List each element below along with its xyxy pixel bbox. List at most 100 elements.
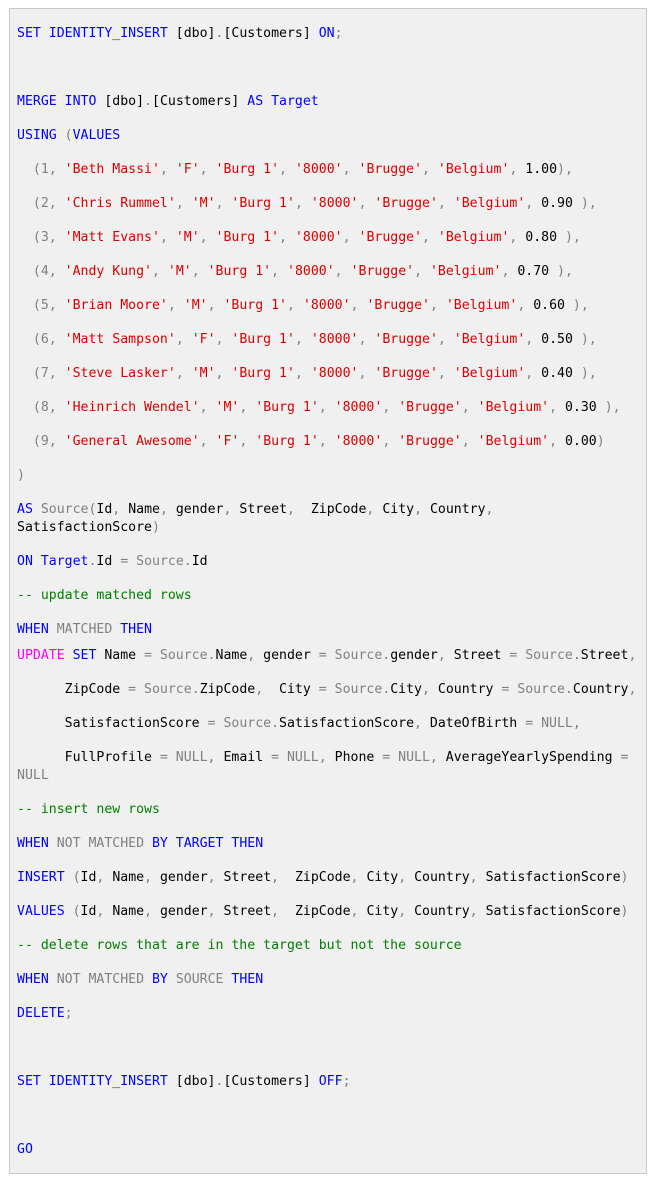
- operator-token: ),: [557, 162, 573, 177]
- code-line: (9, 'General Awesome', 'F', 'Burg 1', '8…: [17, 433, 642, 451]
- operator-token: ,: [429, 298, 446, 313]
- string-token: '8000': [310, 332, 359, 347]
- code-line: SET IDENTITY_INSERT [dbo].[Customers] OF…: [17, 1073, 642, 1091]
- code-line: (6, 'Matt Sampson', 'F', 'Burg 1', '8000…: [17, 331, 642, 349]
- operator-token: ),: [580, 366, 597, 381]
- string-token: 'M': [191, 366, 216, 381]
- operator-token: (6,: [17, 332, 65, 347]
- code-line: MERGE INTO [dbo].[Customers] AS Target: [17, 93, 642, 111]
- code-line: SatisfactionScore = Source.SatisfactionS…: [17, 715, 642, 733]
- operator-token: ,: [421, 682, 438, 697]
- string-token: 'Matt Sampson': [64, 332, 176, 347]
- identifier-token: Id: [96, 554, 121, 569]
- operator-token: ,: [350, 870, 367, 885]
- string-token: 'Burg 1': [223, 298, 288, 313]
- operator-token: ,: [469, 870, 486, 885]
- operator-token: ,: [437, 366, 454, 381]
- identifier-token: City: [366, 904, 399, 919]
- operator-token: ,: [501, 264, 518, 279]
- operator-token: ,: [461, 434, 478, 449]
- code-line: VALUES (Id, Name, gender, Street, ZipCod…: [17, 903, 642, 921]
- operator-token: = Source.: [318, 682, 391, 697]
- string-token: 'Burg 1': [231, 196, 295, 211]
- operator-token: ): [17, 468, 25, 483]
- string-token: 'Brugge': [358, 162, 423, 177]
- code-line: SET IDENTITY_INSERT [dbo].[Customers] ON…: [17, 25, 642, 43]
- operator-token: ,: [159, 230, 176, 245]
- operator-token: ;: [342, 1074, 351, 1089]
- identifier-token: Id: [191, 554, 208, 569]
- operator-token: (: [64, 128, 73, 143]
- identifier-token: SatisfactionScore: [17, 520, 152, 535]
- operator-token: ,: [287, 298, 303, 313]
- identifier-token: [Customers]: [223, 26, 319, 41]
- identifier-token: ZipCode: [294, 870, 351, 885]
- string-token: 'Belgium': [429, 264, 502, 279]
- operator-token: ,: [215, 332, 232, 347]
- operator-token: ,: [509, 230, 526, 245]
- keyword-token: THEN: [231, 972, 264, 987]
- operator-token: (1,: [17, 162, 65, 177]
- operator-token: ,: [525, 366, 542, 381]
- string-token: 'Beth Massi': [64, 162, 160, 177]
- string-token: 'General Awesome': [64, 434, 200, 449]
- identifier-token: City: [382, 502, 415, 517]
- operator-token: .: [144, 94, 152, 109]
- identifier-token: Name: [112, 904, 145, 919]
- code-line: USING (VALUES: [17, 127, 642, 145]
- operator-token: ;: [64, 1006, 73, 1021]
- operator-token: ,: [112, 502, 129, 517]
- identifier-token: FullProfile: [17, 750, 160, 765]
- operator-token: ,: [350, 298, 367, 313]
- operator-token: = NULL,: [271, 750, 335, 765]
- operator-token: (: [72, 870, 81, 885]
- identifier-token: Name: [128, 502, 160, 517]
- operator-token: ,: [318, 434, 335, 449]
- operator-token: ,: [469, 904, 486, 919]
- code-line: (7, 'Steve Lasker', 'M', 'Burg 1', '8000…: [17, 365, 642, 383]
- keyword-token: DELETE: [17, 1006, 65, 1021]
- identifier-token: Street: [239, 502, 288, 517]
- identifier-token: Street: [223, 904, 272, 919]
- identifier-token: gender: [159, 904, 208, 919]
- code-line: ZipCode = Source.ZipCode, City = Source.…: [17, 681, 642, 699]
- operator-token: ,: [485, 502, 502, 517]
- identifier-token: gender: [175, 502, 224, 517]
- string-token: 'Burg 1': [207, 264, 272, 279]
- operator-token: = NULL,: [159, 750, 224, 765]
- operator-token: ,: [247, 648, 264, 663]
- operator-token: ,: [382, 434, 399, 449]
- string-token: '8000': [334, 400, 383, 415]
- operator-token: ,: [382, 400, 399, 415]
- operator-token: ,: [414, 264, 430, 279]
- identifier-token: Email: [223, 750, 272, 765]
- identifier-token: [Customers]: [152, 94, 248, 109]
- operator-token: ,: [414, 716, 430, 731]
- string-token: '8000': [310, 366, 359, 381]
- identifier-token: [dbo]: [175, 1074, 216, 1089]
- operator-token: = Source.: [501, 682, 573, 697]
- operator-token: ,: [342, 162, 359, 177]
- operator-token: ,: [517, 298, 534, 313]
- string-token: 'Andy Kung': [64, 264, 152, 279]
- identifier-token: 1.00: [525, 162, 558, 177]
- string-token: 'Burg 1': [215, 230, 280, 245]
- identifier-token: City: [366, 870, 399, 885]
- string-token: 'Belgium': [437, 230, 510, 245]
- keyword-token: SET IDENTITY_INSERT: [17, 1074, 176, 1089]
- code-line: UPDATE SET Name = Source.Name, gender = …: [17, 647, 642, 665]
- identifier-token: SatisfactionScore: [485, 904, 621, 919]
- string-token: 'Burg 1': [215, 162, 280, 177]
- operator-token: ,: [271, 264, 288, 279]
- operator-token: ,: [358, 366, 375, 381]
- keyword-token: INSERT: [17, 870, 73, 885]
- identifier-token: Phone: [334, 750, 383, 765]
- operator-token: ,: [398, 870, 415, 885]
- string-token: 'Brugge': [398, 434, 462, 449]
- identifier-token: Name: [112, 870, 145, 885]
- operator-token: ,: [239, 400, 256, 415]
- operator-token: = Source.: [128, 682, 200, 697]
- code-line: (3, 'Matt Evans', 'M', 'Burg 1', '8000',…: [17, 229, 642, 247]
- identifier-token: ZipCode: [17, 682, 129, 697]
- code-line: GO: [17, 1141, 642, 1159]
